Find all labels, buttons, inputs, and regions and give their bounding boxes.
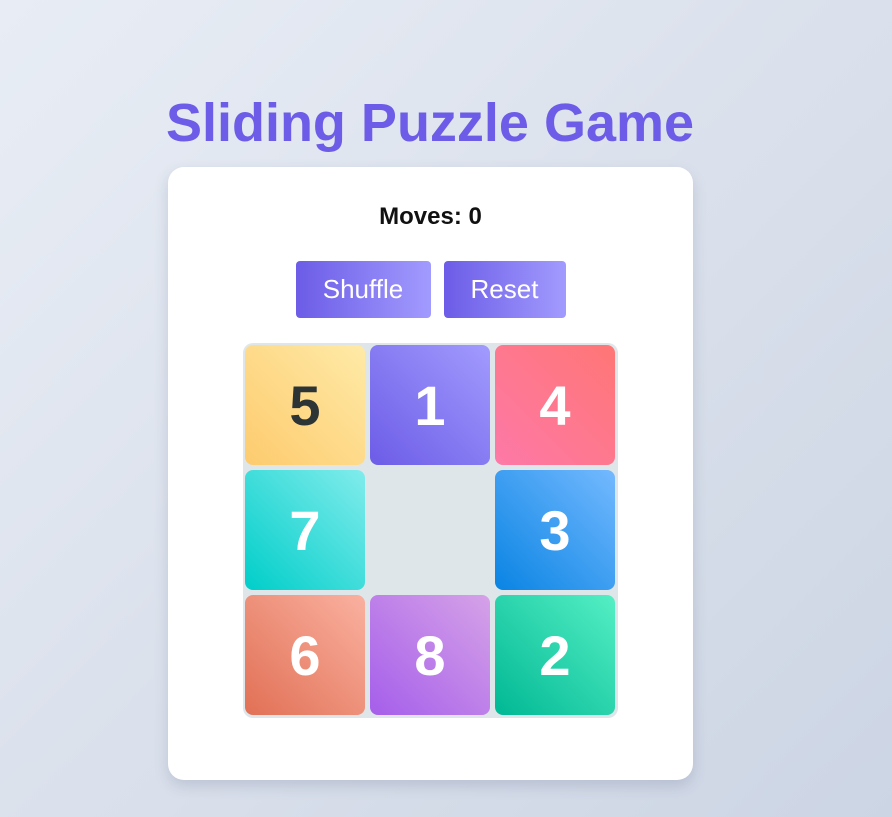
puzzle-board: 5 1 4 7 3 6 8 2 [243,343,618,718]
shuffle-button[interactable]: Shuffle [295,261,431,318]
controls: Shuffle Reset [168,261,693,318]
puzzle-tile[interactable]: 2 [495,595,615,715]
reset-button[interactable]: Reset [443,261,566,318]
puzzle-tile[interactable]: 4 [495,345,615,465]
empty-slot [370,470,490,590]
puzzle-tile[interactable]: 7 [245,470,365,590]
puzzle-tile[interactable]: 1 [370,345,490,465]
puzzle-tile[interactable]: 3 [495,470,615,590]
puzzle-tile[interactable]: 6 [245,595,365,715]
puzzle-tile[interactable]: 5 [245,345,365,465]
moves-counter: Moves: 0 [379,203,482,230]
page-title: Sliding Puzzle Game [165,93,695,153]
game-card: Moves: 0 Shuffle Reset 5 1 4 7 3 6 8 2 [168,167,693,780]
puzzle-tile[interactable]: 8 [370,595,490,715]
